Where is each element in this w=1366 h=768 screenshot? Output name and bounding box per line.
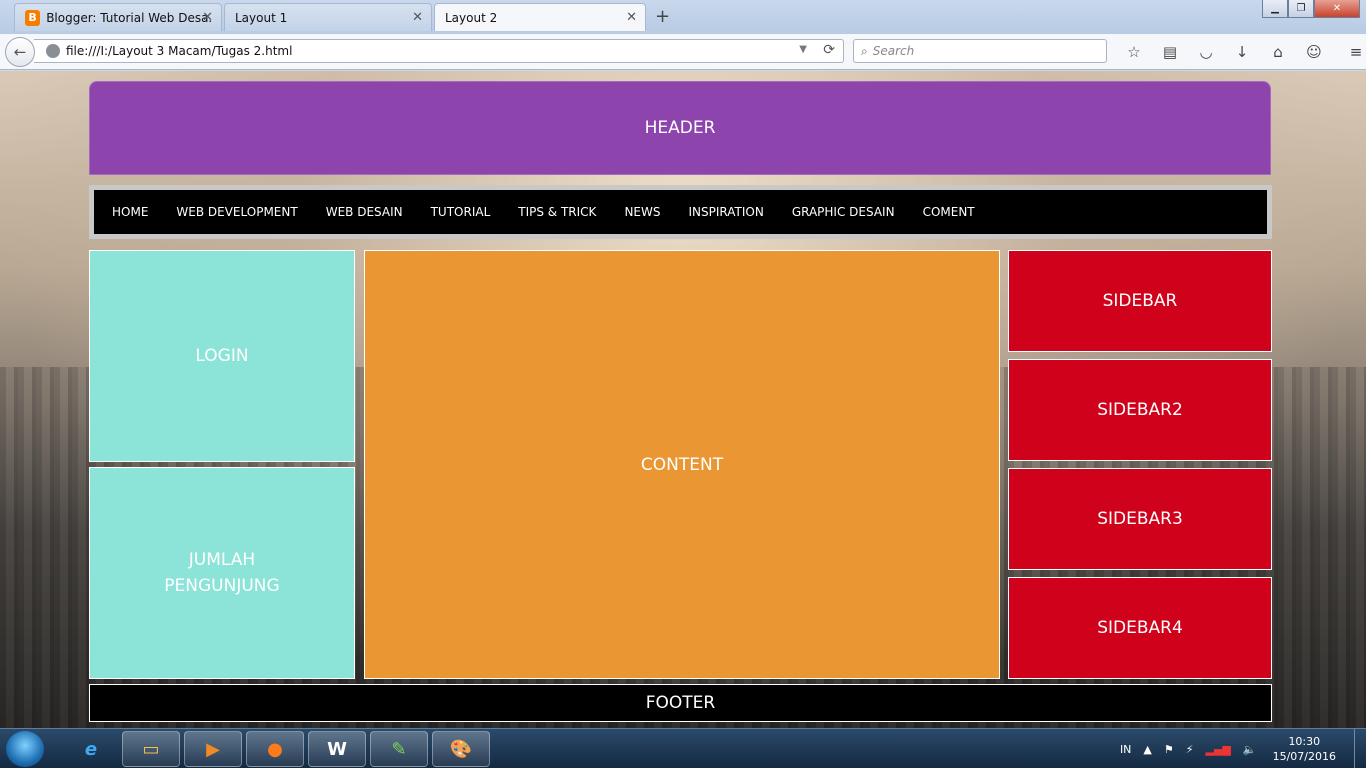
tab-layout-2[interactable]: Layout 2 ✕ xyxy=(434,3,646,31)
page-header: HEADER xyxy=(89,81,1271,175)
download-icon[interactable]: ↓ xyxy=(1224,41,1260,63)
menu-item-tutorial[interactable]: TUTORIAL xyxy=(431,205,491,219)
menu-item-home[interactable]: HOME xyxy=(112,205,148,219)
main-menu-container: HOME WEB DEVELOPMENT WEB DESAIN TUTORIAL… xyxy=(89,185,1272,239)
pocket-icon[interactable]: ◡ xyxy=(1188,41,1224,63)
start-button[interactable] xyxy=(6,731,44,767)
system-tray: IN ▲ ⚑ ⚡ ▂▄▆ 🔈 10:30 15/07/2016 xyxy=(1114,729,1366,768)
clock-date: 15/07/2016 xyxy=(1272,750,1336,763)
action-center-flag-icon[interactable]: ⚑ xyxy=(1164,743,1174,756)
sidebar-3: SIDEBAR3 xyxy=(1008,468,1272,570)
tab-label: Blogger: Tutorial Web Desa... xyxy=(46,10,211,25)
bookmark-star-icon[interactable]: ☆ xyxy=(1116,41,1152,63)
internet-explorer-icon[interactable]: e xyxy=(62,731,120,767)
smiley-icon[interactable]: ☺ xyxy=(1296,41,1332,63)
sidebar-1: SIDEBAR xyxy=(1008,250,1272,352)
clock[interactable]: 10:30 15/07/2016 xyxy=(1273,734,1336,764)
content-area: CONTENT xyxy=(364,250,1000,679)
word-icon[interactable]: W xyxy=(308,731,366,767)
menu-icon[interactable]: ≡ xyxy=(1338,41,1366,63)
visitor-count-box: JUMLAH PENGUNJUNG xyxy=(89,467,355,679)
page-viewport: HEADER HOME WEB DEVELOPMENT WEB DESAIN T… xyxy=(0,71,1366,728)
footer-label: FOOTER xyxy=(645,693,716,713)
login-box: LOGIN xyxy=(89,250,355,462)
toolbar-icons: ☆ ▤ ◡ ↓ ⌂ ☺ ≡ xyxy=(1116,41,1366,63)
login-label: LOGIN xyxy=(195,346,249,366)
sidebar-label: SIDEBAR4 xyxy=(1097,618,1183,638)
search-icon: ⌕ xyxy=(861,43,868,58)
menu-item-tips-trick[interactable]: TIPS & TRICK xyxy=(518,205,596,219)
close-icon[interactable]: ✕ xyxy=(412,10,423,25)
firefox-icon[interactable]: ● xyxy=(246,731,304,767)
minimize-icon[interactable]: ▁ xyxy=(1262,0,1288,18)
tab-label: Layout 1 xyxy=(235,10,288,25)
blogger-icon: B xyxy=(25,9,41,26)
sidebar-label: SIDEBAR2 xyxy=(1097,400,1183,420)
sidebar-label: SIDEBAR3 xyxy=(1097,509,1183,529)
paint-icon[interactable]: 🎨 xyxy=(432,731,490,767)
sidebar-label: SIDEBAR xyxy=(1102,291,1178,311)
file-explorer-icon[interactable]: ▭ xyxy=(122,731,180,767)
menu-item-web-desain[interactable]: WEB DESAIN xyxy=(326,205,403,219)
taskbar: e ▭ ▶ ● W ✎ 🎨 IN ▲ ⚑ ⚡ ▂▄▆ 🔈 10:30 15/07… xyxy=(0,728,1366,768)
globe-icon xyxy=(46,44,60,58)
tab-bar: B Blogger: Tutorial Web Desa... ✕ Layout… xyxy=(0,0,1366,34)
url-bar[interactable]: file:///I:/Layout 3 Macam/Tugas 2.html ▼… xyxy=(34,39,844,63)
power-icon[interactable]: ⚡ xyxy=(1186,743,1194,756)
show-hidden-icons-icon[interactable]: ▲ xyxy=(1143,743,1151,756)
notepad-icon[interactable]: ✎ xyxy=(370,731,428,767)
sidebar-2: SIDEBAR2 xyxy=(1008,359,1272,461)
language-indicator[interactable]: IN xyxy=(1120,743,1131,756)
tab-layout-1[interactable]: Layout 1 ✕ xyxy=(224,3,432,31)
nav-toolbar: file:///I:/Layout 3 Macam/Tugas 2.html ▼… xyxy=(0,34,1366,70)
close-icon[interactable]: ✕ xyxy=(626,10,637,25)
content-label: CONTENT xyxy=(640,454,724,475)
close-icon[interactable]: ✕ xyxy=(202,10,213,25)
tab-blogger[interactable]: B Blogger: Tutorial Web Desa... ✕ xyxy=(14,3,222,31)
reload-icon[interactable]: ⟳ xyxy=(823,42,835,58)
search-placeholder: Search xyxy=(872,44,915,58)
window-close-icon[interactable]: ✕ xyxy=(1314,0,1360,18)
main-menu: HOME WEB DEVELOPMENT WEB DESAIN TUTORIAL… xyxy=(94,190,1267,234)
tab-label: Layout 2 xyxy=(445,10,498,25)
header-label: HEADER xyxy=(644,118,716,138)
clock-time: 10:30 xyxy=(1288,735,1321,748)
back-button[interactable]: ← xyxy=(5,37,35,67)
window-controls: ▁ ❐ ✕ xyxy=(1262,0,1360,18)
menu-item-news[interactable]: NEWS xyxy=(624,205,660,219)
menu-item-web-development[interactable]: WEB DEVELOPMENT xyxy=(176,205,297,219)
show-desktop-button[interactable] xyxy=(1354,729,1366,768)
back-arrow-icon: ← xyxy=(13,43,27,61)
sidebar-4: SIDEBAR4 xyxy=(1008,577,1272,679)
new-tab-icon[interactable]: + xyxy=(655,6,670,27)
menu-item-inspiration[interactable]: INSPIRATION xyxy=(688,205,763,219)
media-player-icon[interactable]: ▶ xyxy=(184,731,242,767)
url-text[interactable]: file:///I:/Layout 3 Macam/Tugas 2.html xyxy=(66,44,292,58)
dropdown-icon[interactable]: ▼ xyxy=(799,44,807,55)
search-input[interactable]: ⌕ Search xyxy=(853,39,1107,63)
volume-icon[interactable]: 🔈 xyxy=(1243,743,1257,756)
visitor-count-label-line1: JUMLAH xyxy=(188,550,256,570)
home-icon[interactable]: ⌂ xyxy=(1260,41,1296,63)
visitor-count-label-line2: PENGUNJUNG xyxy=(164,576,280,596)
network-signal-icon[interactable]: ▂▄▆ xyxy=(1206,743,1231,756)
menu-item-coment[interactable]: COMENT xyxy=(923,205,975,219)
restore-icon[interactable]: ❐ xyxy=(1288,0,1314,18)
reading-list-icon[interactable]: ▤ xyxy=(1152,41,1188,63)
menu-item-graphic-desain[interactable]: GRAPHIC DESAIN xyxy=(792,205,895,219)
page-footer: FOOTER xyxy=(89,684,1272,722)
